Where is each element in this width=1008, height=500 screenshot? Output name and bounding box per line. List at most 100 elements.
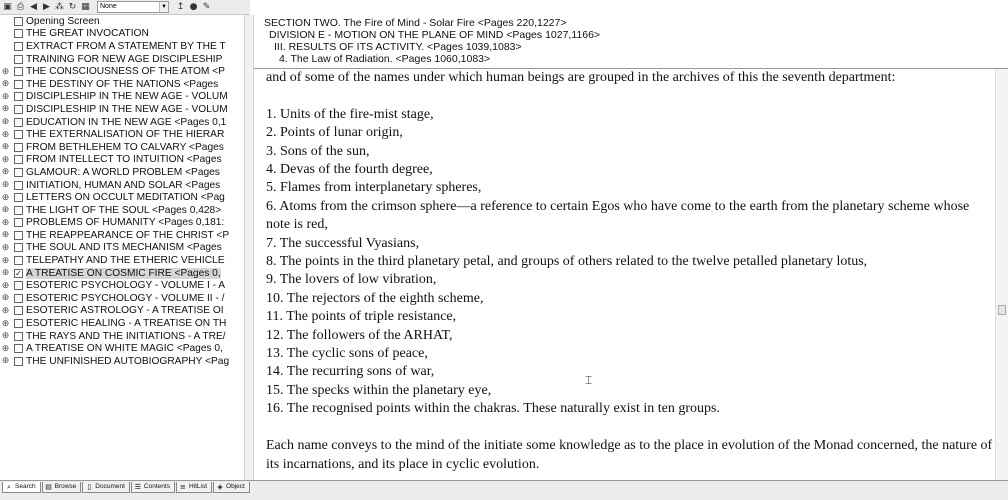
expand-icon[interactable]: ⊕ xyxy=(0,267,11,279)
tree-item[interactable]: ⊕ PROBLEMS OF HUMANITY <Pages 0,181: xyxy=(0,217,244,230)
tree-item[interactable]: ⊕ ✓ A TREATISE ON COSMIC FIRE <Pages 0, xyxy=(0,267,244,280)
tree-item[interactable]: TRAINING FOR NEW AGE DISCIPLESHIP xyxy=(0,53,244,66)
tree-item-checkbox[interactable] xyxy=(14,41,23,51)
forward-arrow-icon[interactable]: ▶ xyxy=(41,2,52,13)
expand-icon[interactable]: ⊕ xyxy=(0,154,11,166)
expand-icon[interactable]: ⊕ xyxy=(0,343,11,355)
expand-icon[interactable]: ⊕ xyxy=(0,242,11,254)
tree-item[interactable]: ⊕ FROM INTELLECT TO INTUITION <Pages xyxy=(0,154,244,167)
tree-item[interactable]: ⊕ TELEPATHY AND THE ETHERIC VEHICLE xyxy=(0,254,244,267)
document-text[interactable]: and of some of the names under which hum… xyxy=(254,69,995,480)
tree-item-checkbox[interactable] xyxy=(14,319,23,329)
tree-item-checkbox[interactable] xyxy=(14,16,23,26)
tree-item-checkbox[interactable] xyxy=(14,205,23,215)
expand-icon[interactable]: ⊕ xyxy=(0,192,11,204)
tree-item-checkbox[interactable] xyxy=(14,230,23,240)
search-options-dropdown[interactable]: None ▼ xyxy=(97,1,169,13)
tree-item[interactable]: ⊕ A TREATISE ON WHITE MAGIC <Pages 0, xyxy=(0,342,244,355)
tree-item-checkbox[interactable] xyxy=(14,218,23,228)
tree-item-checkbox[interactable] xyxy=(14,281,23,291)
tree-item-checkbox[interactable] xyxy=(14,104,23,114)
tree-item[interactable]: ⊕ THE CONSCIOUSNESS OF THE ATOM <P xyxy=(0,65,244,78)
expand-icon[interactable]: ⊕ xyxy=(0,318,11,330)
scrollbar-thumb[interactable] xyxy=(998,305,1006,315)
tree-item[interactable]: THE GREAT INVOCATION xyxy=(0,28,244,41)
expand-icon[interactable]: ⊕ xyxy=(0,78,11,90)
highlight-icon[interactable]: ● xyxy=(188,2,199,13)
grid-icon[interactable]: ▦ xyxy=(80,2,91,13)
expand-icon[interactable]: ⊕ xyxy=(0,91,11,103)
expand-icon[interactable]: ⊕ xyxy=(0,305,11,317)
tree-item[interactable]: ⊕ ESOTERIC PSYCHOLOGY - VOLUME I - A xyxy=(0,279,244,292)
tree-item[interactable]: ⊕ FROM BETHLEHEM TO CALVARY <Pages xyxy=(0,141,244,154)
tab-object[interactable]: ◈ Object xyxy=(213,482,250,493)
tree-item[interactable]: ⊕ THE SOUL AND ITS MECHANISM <Pages xyxy=(0,242,244,255)
tree-item[interactable]: ⊕ THE EXTERNALISATION OF THE HIERAR xyxy=(0,128,244,141)
tree-item[interactable]: ⊕ THE REAPPEARANCE OF THE CHRIST <P xyxy=(0,229,244,242)
tree-item[interactable]: ⊕ INITIATION, HUMAN AND SOLAR <Pages xyxy=(0,179,244,192)
tree-item-checkbox[interactable] xyxy=(14,356,23,366)
expand-icon[interactable]: ⊕ xyxy=(0,292,11,304)
tree-item-checkbox[interactable] xyxy=(14,142,23,152)
expand-icon[interactable]: ⊕ xyxy=(0,116,11,128)
tab-document[interactable]: ▯ Document xyxy=(82,482,130,493)
expand-icon[interactable]: ⊕ xyxy=(0,66,11,78)
tree-item-checkbox[interactable] xyxy=(14,193,23,203)
tree-item-checkbox[interactable] xyxy=(14,293,23,303)
expand-icon[interactable]: ⊕ xyxy=(0,280,11,292)
tree-item-checkbox[interactable] xyxy=(14,117,23,127)
tree-item-checkbox[interactable] xyxy=(14,180,23,190)
expand-icon[interactable]: ⊕ xyxy=(0,330,11,342)
tab-search[interactable]: ⌕ Search xyxy=(2,482,41,493)
tree-item[interactable]: EXTRACT FROM A STATEMENT BY THE T xyxy=(0,40,244,53)
back-arrow-icon[interactable]: ◀ xyxy=(28,2,39,13)
expand-icon[interactable]: ⊕ xyxy=(0,229,11,241)
tab-contents[interactable]: ☰ Contents xyxy=(130,482,175,493)
tree-item[interactable]: ⊕ ESOTERIC ASTROLOGY - A TREATISE OI xyxy=(0,305,244,318)
tree-item[interactable]: ⊕ DISCIPLESHIP IN THE NEW AGE - VOLUM xyxy=(0,103,244,116)
tree-item-checkbox[interactable] xyxy=(14,130,23,140)
tree-item-checkbox[interactable] xyxy=(14,54,23,64)
expand-icon[interactable]: ⊕ xyxy=(0,355,11,367)
tree-item[interactable]: ⊕ DISCIPLESHIP IN THE NEW AGE - VOLUM xyxy=(0,91,244,104)
expand-icon[interactable]: ⊕ xyxy=(0,141,11,153)
document-scrollbar[interactable] xyxy=(995,69,1008,480)
hit-up-icon[interactable]: ↥ xyxy=(175,2,186,13)
tree-item-checkbox[interactable] xyxy=(14,167,23,177)
tree-item-checkbox[interactable]: ✓ xyxy=(14,268,23,278)
expand-icon[interactable]: ⊕ xyxy=(0,179,11,191)
tree-item-checkbox[interactable] xyxy=(14,344,23,354)
tree-item[interactable]: ⊕ EDUCATION IN THE NEW AGE <Pages 0,1 xyxy=(0,116,244,129)
tab-hitlist[interactable]: ≡ HitList xyxy=(175,482,213,493)
expand-icon[interactable]: ⊕ xyxy=(0,255,11,267)
expand-icon[interactable]: ⊕ xyxy=(0,129,11,141)
tree-item-checkbox[interactable] xyxy=(14,67,23,77)
expand-icon[interactable]: ⊕ xyxy=(0,217,11,229)
tree-item-checkbox[interactable] xyxy=(14,92,23,102)
tree-item[interactable]: ⊕ LETTERS ON OCCULT MEDITATION <Pag xyxy=(0,191,244,204)
tree-item-checkbox[interactable] xyxy=(14,256,23,266)
save-icon[interactable]: ▣ xyxy=(2,2,13,13)
tree-item[interactable]: Opening Screen xyxy=(0,15,244,28)
pane-splitter[interactable] xyxy=(244,15,254,480)
tree-item-checkbox[interactable] xyxy=(14,243,23,253)
tree-item[interactable]: ⊕ GLAMOUR: A WORLD PROBLEM <Pages xyxy=(0,166,244,179)
refresh-icon[interactable]: ↻ xyxy=(67,2,78,13)
pen-icon[interactable]: ✎ xyxy=(201,2,212,13)
tree-item[interactable]: ⊕ ESOTERIC PSYCHOLOGY - VOLUME II - / xyxy=(0,292,244,305)
expand-icon[interactable]: ⊕ xyxy=(0,166,11,178)
tree-item-checkbox[interactable] xyxy=(14,155,23,165)
expand-icon[interactable]: ⊕ xyxy=(0,204,11,216)
tree-icon[interactable]: ⁂ xyxy=(54,2,65,13)
tree-item[interactable]: ⊕ THE RAYS AND THE INITIATIONS - A TRE/ xyxy=(0,330,244,343)
tree-item[interactable]: ⊕ THE LIGHT OF THE SOUL <Pages 0,428> xyxy=(0,204,244,217)
tree-item-checkbox[interactable] xyxy=(14,29,23,39)
tree-item-checkbox[interactable] xyxy=(14,79,23,89)
tree-item[interactable]: ⊕ THE UNFINISHED AUTOBIOGRAPHY <Pag xyxy=(0,355,244,368)
tree-item[interactable]: ⊕ THE DESTINY OF THE NATIONS <Pages xyxy=(0,78,244,91)
print-icon[interactable]: ⎙ xyxy=(15,2,26,13)
expand-icon[interactable]: ⊕ xyxy=(0,103,11,115)
tree-item-checkbox[interactable] xyxy=(14,331,23,341)
tab-browse[interactable]: ▤ Browse xyxy=(41,482,82,493)
tree-item[interactable]: ⊕ ESOTERIC HEALING - A TREATISE ON TH xyxy=(0,317,244,330)
